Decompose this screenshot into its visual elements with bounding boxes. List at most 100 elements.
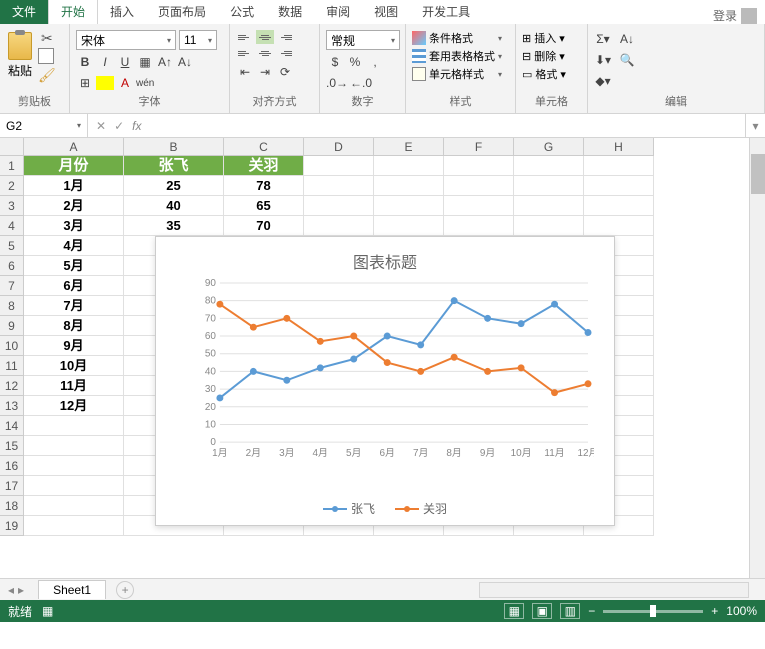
cell[interactable]: 70 — [224, 216, 304, 236]
vertical-scrollbar[interactable] — [749, 138, 765, 578]
cell[interactable] — [24, 476, 124, 496]
formula-input[interactable] — [149, 114, 745, 137]
cell[interactable]: 25 — [124, 176, 224, 196]
cell[interactable] — [584, 156, 654, 176]
row-header[interactable]: 9 — [0, 316, 24, 336]
row-header[interactable]: 5 — [0, 236, 24, 256]
row-header[interactable]: 11 — [0, 356, 24, 376]
row-header[interactable]: 3 — [0, 196, 24, 216]
number-format-combo[interactable]: 常规▾ — [326, 30, 400, 50]
border-button[interactable]: ▦ — [136, 53, 154, 71]
column-header[interactable]: C — [224, 138, 304, 156]
format-painter-icon[interactable]: 🖌 — [38, 67, 56, 84]
macro-record-icon[interactable]: ▦ — [42, 604, 53, 618]
cell[interactable] — [374, 176, 444, 196]
legend-item-1[interactable]: 张飞 — [323, 500, 375, 517]
decrease-decimal-button[interactable]: ←.0 — [350, 74, 372, 92]
cell[interactable] — [304, 176, 374, 196]
grow-font-button[interactable]: A↑ — [156, 53, 174, 71]
tab-home[interactable]: 开始 — [48, 0, 98, 24]
bold-button[interactable]: B — [76, 53, 94, 71]
comma-button[interactable]: , — [366, 53, 384, 71]
cell[interactable] — [304, 216, 374, 236]
align-bottom-left[interactable] — [236, 46, 254, 60]
cell[interactable]: 9月 — [24, 336, 124, 356]
insert-cells-button[interactable]: ⊞ 插入 ▾ — [522, 30, 566, 46]
align-top-right[interactable] — [276, 30, 294, 44]
find-select-button[interactable]: 🔍 — [618, 51, 636, 69]
cell[interactable] — [304, 156, 374, 176]
align-bottom-center[interactable] — [256, 46, 274, 60]
column-header[interactable]: F — [444, 138, 514, 156]
cell[interactable] — [444, 196, 514, 216]
border-button-2[interactable]: ⊞ — [76, 74, 94, 92]
cell[interactable]: 5月 — [24, 256, 124, 276]
cell[interactable]: 1月 — [24, 176, 124, 196]
cell[interactable]: 4月 — [24, 236, 124, 256]
cell[interactable] — [584, 216, 654, 236]
row-header[interactable]: 18 — [0, 496, 24, 516]
column-header[interactable]: G — [514, 138, 584, 156]
tab-file[interactable]: 文件 — [0, 0, 48, 24]
format-as-table-button[interactable]: 套用表格格式▾ — [412, 48, 502, 64]
cut-icon[interactable]: ✂ — [41, 30, 53, 47]
scrollbar-thumb[interactable] — [751, 154, 765, 194]
cell[interactable] — [514, 216, 584, 236]
align-top-left[interactable] — [236, 30, 254, 44]
cell[interactable] — [514, 156, 584, 176]
row-header[interactable]: 15 — [0, 436, 24, 456]
tab-data[interactable]: 数据 — [266, 0, 314, 24]
format-cells-button[interactable]: ▭ 格式 ▾ — [522, 66, 566, 82]
column-header[interactable]: D — [304, 138, 374, 156]
cell[interactable] — [24, 456, 124, 476]
row-header[interactable]: 14 — [0, 416, 24, 436]
autosum-button[interactable]: Σ▾ — [594, 30, 612, 48]
worksheet-grid[interactable]: ABCDEFGH 12345678910111213141516171819 月… — [0, 138, 765, 578]
row-header[interactable]: 1 — [0, 156, 24, 176]
sort-filter-button[interactable]: A↓ — [618, 30, 636, 48]
row-header[interactable]: 12 — [0, 376, 24, 396]
add-sheet-button[interactable]: + — [116, 581, 134, 599]
cell[interactable] — [304, 196, 374, 216]
legend-item-2[interactable]: 关羽 — [395, 500, 447, 517]
paste-button[interactable]: 粘贴 — [6, 30, 34, 81]
conditional-format-button[interactable]: 条件格式▾ — [412, 30, 502, 46]
cell[interactable] — [514, 176, 584, 196]
cell[interactable]: 2月 — [24, 196, 124, 216]
expand-formula-bar[interactable]: ▾ — [745, 114, 765, 137]
cell[interactable]: 3月 — [24, 216, 124, 236]
copy-icon[interactable] — [40, 50, 54, 64]
cell[interactable]: 65 — [224, 196, 304, 216]
zoom-slider[interactable] — [603, 610, 703, 613]
cell[interactable] — [24, 436, 124, 456]
view-normal-button[interactable]: ▦ — [504, 603, 524, 619]
currency-button[interactable]: $ — [326, 53, 344, 71]
cell[interactable] — [374, 196, 444, 216]
cell[interactable] — [374, 156, 444, 176]
row-header[interactable]: 6 — [0, 256, 24, 276]
login-link[interactable]: 登录 — [713, 7, 757, 24]
row-header[interactable]: 19 — [0, 516, 24, 536]
embedded-chart[interactable]: 图表标题 01020304050607080901月2月3月4月5月6月7月8月… — [155, 236, 615, 526]
tab-insert[interactable]: 插入 — [98, 0, 146, 24]
cell[interactable] — [444, 216, 514, 236]
row-header[interactable]: 13 — [0, 396, 24, 416]
cell[interactable] — [444, 176, 514, 196]
cell[interactable]: 8月 — [24, 316, 124, 336]
cell[interactable] — [24, 416, 124, 436]
align-bottom-right[interactable] — [276, 46, 294, 60]
clear-button[interactable]: ◆▾ — [594, 72, 612, 90]
cell[interactable] — [444, 156, 514, 176]
cell[interactable]: 6月 — [24, 276, 124, 296]
zoom-out-button[interactable]: − — [588, 604, 595, 618]
select-all-corner[interactable] — [0, 138, 24, 156]
view-page-break-button[interactable]: ▥ — [560, 603, 580, 619]
sheet-nav-prev[interactable]: ◂ — [8, 583, 14, 597]
name-box[interactable]: G2▾ — [0, 114, 88, 137]
shrink-font-button[interactable]: A↓ — [176, 53, 194, 71]
sheet-tab-1[interactable]: Sheet1 — [38, 580, 106, 599]
cell[interactable]: 张飞 — [124, 156, 224, 176]
font-size-combo[interactable]: 11▾ — [179, 30, 217, 50]
align-top-center[interactable] — [256, 30, 274, 44]
cell[interactable] — [374, 216, 444, 236]
